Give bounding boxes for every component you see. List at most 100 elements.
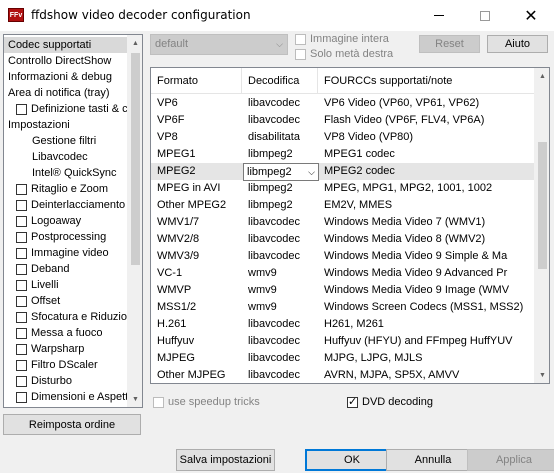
cancel-button[interactable]: Annulla <box>386 449 480 471</box>
codec-list[interactable]: Formato Decodifica FOURCCs supportati/no… <box>150 67 550 384</box>
decoder-cell[interactable]: libavcodec <box>242 316 318 333</box>
settings-tree[interactable]: Codec supportati Controllo DirectShow Info… <box>3 34 143 408</box>
table-row[interactable]: MPEG2 libmpeg2 ⌵ MPEG2 codec <box>151 163 534 181</box>
decoder-cell[interactable]: libmpeg2 <box>242 146 318 163</box>
whole-image-checkbox[interactable]: Immagine intera <box>295 33 389 45</box>
decoder-cell[interactable]: libmpeg2 <box>242 197 318 214</box>
tree-item-checkbox[interactable] <box>16 231 27 243</box>
tree-item-checkbox[interactable] <box>16 263 27 275</box>
tree-item-checkbox[interactable] <box>16 199 27 211</box>
decoder-cell[interactable]: wmv9 <box>242 282 318 299</box>
decoder-cell[interactable]: wmv9 <box>242 265 318 282</box>
column-header-notes[interactable]: FOURCCs supportati/note <box>318 68 534 94</box>
tree-item-checkbox[interactable] <box>16 311 27 323</box>
tree-item-checkbox[interactable] <box>16 359 27 371</box>
decoder-select[interactable]: libmpeg2 ⌵ <box>243 163 319 181</box>
table-row[interactable]: H.261 libavcodec H261, M261 <box>151 316 534 333</box>
decoder-cell[interactable]: libavcodec <box>242 248 318 265</box>
table-row[interactable]: WMV2/8 libavcodec Windows Media Video 8 (W… <box>151 231 534 248</box>
table-row[interactable]: VC-1 wmv9 Windows Media Video 9 Advanced P… <box>151 265 534 282</box>
tree-item-checkbox[interactable] <box>16 295 27 307</box>
table-row[interactable]: WMV1/7 libavcodec Windows Media Video 7 (W… <box>151 214 534 231</box>
tree-item[interactable]: Definizione tasti & c <box>4 101 129 117</box>
tree-item[interactable]: Codec supportati <box>4 37 129 53</box>
help-button[interactable]: Aiuto <box>487 35 548 53</box>
dvd-decoding-checkbox[interactable]: DVD decoding <box>347 395 433 408</box>
tree-item[interactable]: Area di notifica (tray) <box>4 85 129 101</box>
list-scrollbar[interactable]: ▲ ▼ <box>534 68 549 383</box>
preset-select[interactable]: default ⌵ <box>150 34 288 55</box>
decoder-cell[interactable]: libmpeg2 <box>242 180 318 197</box>
tree-item-checkbox[interactable] <box>16 375 27 387</box>
speedup-checkbox[interactable]: use speedup tricks <box>153 396 260 408</box>
maximize-button[interactable] <box>462 0 508 31</box>
table-row[interactable]: WMV3/9 libavcodec Windows Media Video 9 Si… <box>151 248 534 265</box>
close-button[interactable]: ✕ <box>508 0 554 31</box>
tree-item[interactable]: Filtro DScaler <box>4 357 129 373</box>
decoder-cell[interactable]: libavcodec <box>242 350 318 367</box>
column-header-format[interactable]: Formato <box>151 68 242 94</box>
decoder-cell[interactable]: wmv9 <box>242 299 318 316</box>
decoder-cell[interactable]: libavcodec <box>242 367 318 383</box>
tree-item[interactable]: Deinterlacciamento <box>4 197 129 213</box>
tree-item[interactable]: Offset <box>4 293 129 309</box>
tree-item[interactable]: Intel® QuickSync <box>4 165 129 181</box>
tree-item[interactable]: Messa a fuoco <box>4 325 129 341</box>
tree-item[interactable]: Ritaglio e Zoom <box>4 181 129 197</box>
tree-item[interactable]: Informazioni & debug <box>4 69 129 85</box>
save-settings-button[interactable]: Salva impostazioni <box>176 449 275 471</box>
reset-order-button[interactable]: Reimposta ordine <box>3 414 141 435</box>
tree-item[interactable]: Livelli <box>4 277 129 293</box>
table-row[interactable]: VP6 libavcodec VP6 Video (VP60, VP61, VP62… <box>151 95 534 112</box>
tree-item[interactable]: Warpsharp <box>4 341 129 357</box>
minimize-button[interactable] <box>416 0 462 31</box>
tree-item[interactable]: Gestione filtri <box>4 133 129 149</box>
tree-item[interactable]: Deband <box>4 261 129 277</box>
tree-item[interactable]: Dimensioni e Aspett <box>4 389 129 405</box>
table-row[interactable]: Huffyuv libavcodec Huffyuv (HFYU) and FFmp… <box>151 333 534 350</box>
table-row[interactable]: WMVP wmv9 Windows Media Video 9 Image (WMV <box>151 282 534 299</box>
table-row[interactable]: VP6F libavcodec Flash Video (VP6F, FLV4, V… <box>151 112 534 129</box>
tree-item[interactable]: Sfocatura e Riduzion <box>4 309 129 325</box>
tree-item-checkbox[interactable] <box>16 103 27 115</box>
scroll-down-icon[interactable]: ▼ <box>128 391 142 407</box>
tree-item[interactable]: Logoaway <box>4 213 129 229</box>
table-row[interactable]: Other MPEG2 libmpeg2 EM2V, MMES <box>151 197 534 214</box>
ok-button[interactable]: OK <box>305 449 399 471</box>
table-row[interactable]: MJPEG libavcodec MJPG, LJPG, MJLS <box>151 350 534 367</box>
reset-button[interactable]: Reset <box>419 35 480 53</box>
tree-item[interactable]: Controllo DirectShow <box>4 53 129 69</box>
scroll-up-icon[interactable]: ▲ <box>128 35 142 51</box>
tree-item[interactable]: Libavcodec <box>4 149 129 165</box>
table-row[interactable]: Other MJPEG libavcodec AVRN, MJPA, SP5X, A… <box>151 367 534 383</box>
tree-item-checkbox[interactable] <box>16 343 27 355</box>
tree-item-checkbox[interactable] <box>16 327 27 339</box>
tree-item-checkbox[interactable] <box>16 183 27 195</box>
table-row[interactable]: VP8 disabilitata VP8 Video (VP80) <box>151 129 534 146</box>
tree-item-checkbox[interactable] <box>16 247 27 259</box>
tree-item[interactable]: Postprocessing <box>4 229 129 245</box>
decoder-cell[interactable]: libavcodec <box>242 231 318 248</box>
tree-item[interactable]: Bordi <box>4 405 129 407</box>
apply-button[interactable]: Applica <box>467 449 554 471</box>
table-row[interactable]: MPEG1 libmpeg2 MPEG1 codec <box>151 146 534 163</box>
tree-item[interactable]: Impostazioni <box>4 117 129 133</box>
list-scroll-thumb[interactable] <box>538 142 547 269</box>
scroll-up-icon[interactable]: ▲ <box>535 68 549 84</box>
tree-item-checkbox[interactable] <box>16 279 27 291</box>
tree-scroll-thumb[interactable] <box>131 53 140 265</box>
decoder-cell[interactable]: libavcodec <box>242 333 318 350</box>
tree-item[interactable]: Immagine video <box>4 245 129 261</box>
tree-item[interactable]: Disturbo <box>4 373 129 389</box>
decoder-cell[interactable]: libavcodec <box>242 95 318 112</box>
half-right-checkbox[interactable]: Solo metà destra <box>295 48 393 60</box>
tree-item-checkbox[interactable] <box>16 215 27 227</box>
table-row[interactable]: MPEG in AVI libmpeg2 MPEG, MPG1, MPG2, 100… <box>151 180 534 197</box>
column-header-decoder[interactable]: Decodifica <box>242 68 318 94</box>
tree-scrollbar[interactable]: ▲ ▼ <box>127 35 142 407</box>
decoder-cell[interactable]: disabilitata <box>242 129 318 146</box>
decoder-cell[interactable]: libavcodec <box>242 214 318 231</box>
decoder-cell[interactable]: libavcodec <box>242 112 318 129</box>
table-row[interactable]: MSS1/2 wmv9 Windows Screen Codecs (MSS1, M… <box>151 299 534 316</box>
tree-item-checkbox[interactable] <box>16 391 27 403</box>
